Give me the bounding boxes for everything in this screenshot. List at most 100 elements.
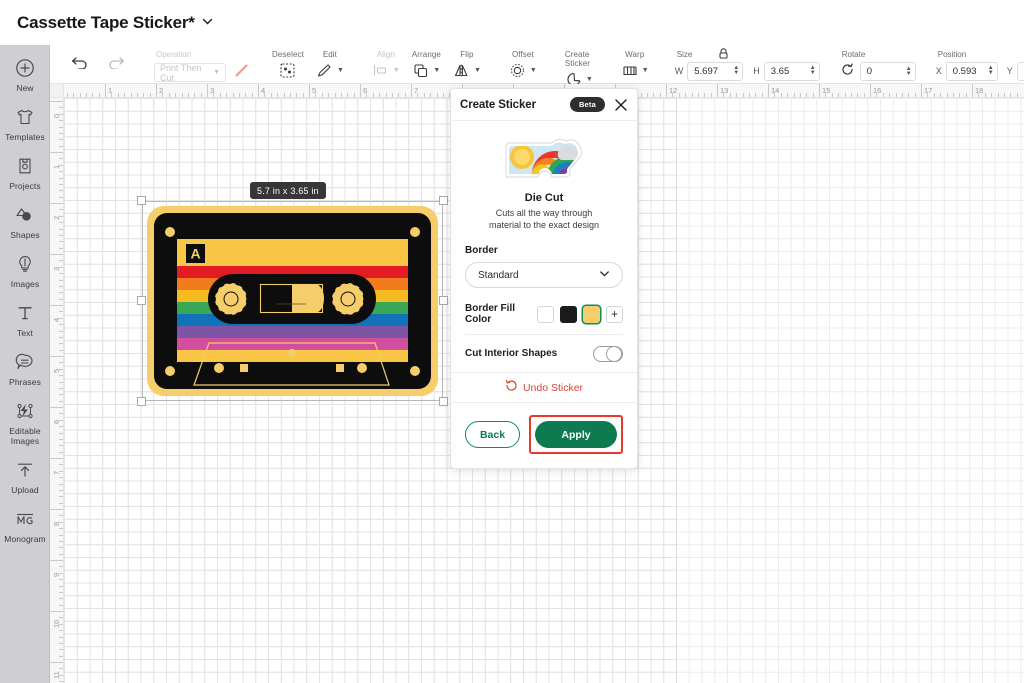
ruler-tick-minor <box>59 451 63 453</box>
ruler-tick-major <box>50 203 63 204</box>
ruler-tick-minor <box>143 93 145 97</box>
stepper-icon[interactable]: ▲ ▼ <box>906 66 912 77</box>
sidebar-item-phrases[interactable]: Phrases <box>0 344 50 393</box>
chevron-down-icon[interactable] <box>202 14 213 32</box>
rotate-icon[interactable] <box>840 62 855 82</box>
create-sticker-button[interactable]: Create Sticker ▼ <box>559 45 599 90</box>
ruler-tick-minor <box>831 93 833 97</box>
ruler-tick-minor <box>844 93 846 97</box>
top-toolbar: Operation Print Then Cut ▼ Deselect Edit… <box>50 45 1024 87</box>
stepper-icon[interactable]: ▲ ▼ <box>810 65 816 76</box>
redo-arrow-icon[interactable] <box>98 55 134 74</box>
ruler-tick-minor <box>59 438 63 440</box>
ruler-tick-minor <box>672 93 674 97</box>
color-swatch-yellow-selected[interactable] <box>583 305 600 323</box>
ruler-tick-minor <box>264 93 266 97</box>
flip-button[interactable]: Flip ▼ <box>447 45 487 81</box>
title-bar: Cassette Tape Sticker* <box>0 0 1024 45</box>
ruler-tick-minor <box>59 336 63 338</box>
ruler-tick-minor <box>59 279 63 281</box>
ruler-tick-minor <box>729 93 731 97</box>
border-label: Border <box>465 245 498 256</box>
projects-folder-icon <box>15 155 35 177</box>
ruler-tick-minor <box>736 93 738 97</box>
resize-handle-top-left[interactable] <box>137 196 146 205</box>
color-swatch-black[interactable] <box>560 305 577 323</box>
sidebar-item-new[interactable]: New <box>0 50 50 99</box>
border-fill-color-row: Border Fill Color + <box>465 303 623 325</box>
resize-handle-bottom-left[interactable] <box>137 397 146 406</box>
ruler-tick-minor <box>302 93 304 97</box>
pen-stroke-icon[interactable] <box>233 62 250 84</box>
offset-button[interactable]: Offset ▼ <box>503 45 543 81</box>
ruler-tick-minor <box>908 93 910 97</box>
height-input[interactable]: 3.65 ▲ ▼ <box>763 61 820 81</box>
rotate-input[interactable]: 0 ▲ ▼ <box>859 62 916 81</box>
undo-arrow-icon[interactable] <box>62 55 98 74</box>
resize-handle-bottom-right[interactable] <box>439 397 448 406</box>
sidebar-item-images[interactable]: Images <box>0 246 50 295</box>
sidebar-item-shapes[interactable]: Shapes <box>0 197 50 246</box>
resize-handle-middle-left[interactable] <box>137 296 146 305</box>
operation-select[interactable]: Print Then Cut ▼ <box>154 63 226 83</box>
back-button[interactable]: Back <box>465 421 520 448</box>
ruler-tick-minor <box>398 93 400 97</box>
ruler-tick-minor <box>997 93 999 97</box>
ruler-tick-minor <box>927 93 929 97</box>
warp-button[interactable]: Warp ▼ <box>615 45 655 81</box>
color-swatch-white[interactable] <box>537 305 554 323</box>
ruler-tick-minor <box>678 93 680 97</box>
deselect-button[interactable]: Deselect <box>266 45 310 81</box>
sidebar-item-label: Editable Images <box>9 426 41 446</box>
position-y-input[interactable]: 0.533 ▲▼ <box>1016 61 1024 81</box>
ruler-tick-minor <box>1010 93 1012 97</box>
ruler-tick-minor <box>59 139 63 141</box>
ruler-tick-minor <box>59 381 63 383</box>
create-sticker-panel: Create Sticker Beta Die Cut Cuts all the… <box>450 88 638 469</box>
ruler-tick-minor <box>959 93 961 97</box>
sticker-mode-title: Die Cut <box>524 192 564 204</box>
ruler-tick-minor <box>59 209 63 211</box>
cut-interior-shapes-toggle[interactable] <box>593 345 623 362</box>
ruler-tick-minor <box>59 445 63 447</box>
edit-button[interactable]: Edit ▼ <box>310 45 350 81</box>
ruler-tick-minor <box>59 368 63 370</box>
resize-handle-middle-right[interactable] <box>439 296 448 305</box>
ruler-tick-minor <box>59 158 63 160</box>
position-x-input[interactable]: 0.593 ▲ ▼ <box>945 61 998 81</box>
ruler-tick-minor <box>889 93 891 97</box>
sidebar-item-label: Text <box>17 328 33 338</box>
sidebar-item-label: Monogram <box>4 534 46 544</box>
align-button[interactable]: Align ▼ <box>366 45 406 81</box>
ruler-tick-minor <box>200 93 202 97</box>
align-label: Align <box>376 49 395 59</box>
stepper-icon[interactable]: ▲ ▼ <box>988 65 994 76</box>
sidebar-item-templates[interactable]: Templates <box>0 99 50 148</box>
sidebar-item-editable-images[interactable]: Editable Images <box>0 393 50 452</box>
stepper-icon[interactable]: ▲ ▼ <box>733 65 739 76</box>
ruler-tick-major <box>666 84 667 97</box>
resize-handle-top-right[interactable] <box>439 196 448 205</box>
apply-button[interactable]: Apply <box>535 421 617 448</box>
size-label: Size <box>676 49 693 59</box>
border-select[interactable]: Standard <box>465 262 623 288</box>
sidebar-item-projects[interactable]: Projects <box>0 148 50 197</box>
lock-closed-icon[interactable] <box>717 47 730 65</box>
ruler-tick-minor <box>659 93 661 97</box>
ruler-tick-minor <box>59 260 63 262</box>
ruler-tick-major <box>309 84 310 97</box>
sidebar-item-monogram[interactable]: Monogram <box>0 501 50 550</box>
add-color-button[interactable]: + <box>606 305 623 323</box>
selection-bounding-box[interactable] <box>137 196 448 406</box>
ruler-tick-minor <box>59 177 63 179</box>
sidebar-item-upload[interactable]: Upload <box>0 452 50 501</box>
ruler-tick-major <box>411 84 412 97</box>
arrange-button[interactable]: Arrange ▼ <box>406 45 447 81</box>
undo-sticker-button[interactable]: Undo Sticker <box>451 372 637 403</box>
sidebar-item-text[interactable]: Text <box>0 295 50 344</box>
ruler-corner <box>50 84 64 98</box>
sidebar-item-label: Images <box>10 279 40 289</box>
close-x-icon[interactable] <box>614 98 628 112</box>
width-input[interactable]: 5.697 ▲ ▼ <box>687 61 744 81</box>
ruler-tick-minor <box>59 649 63 651</box>
